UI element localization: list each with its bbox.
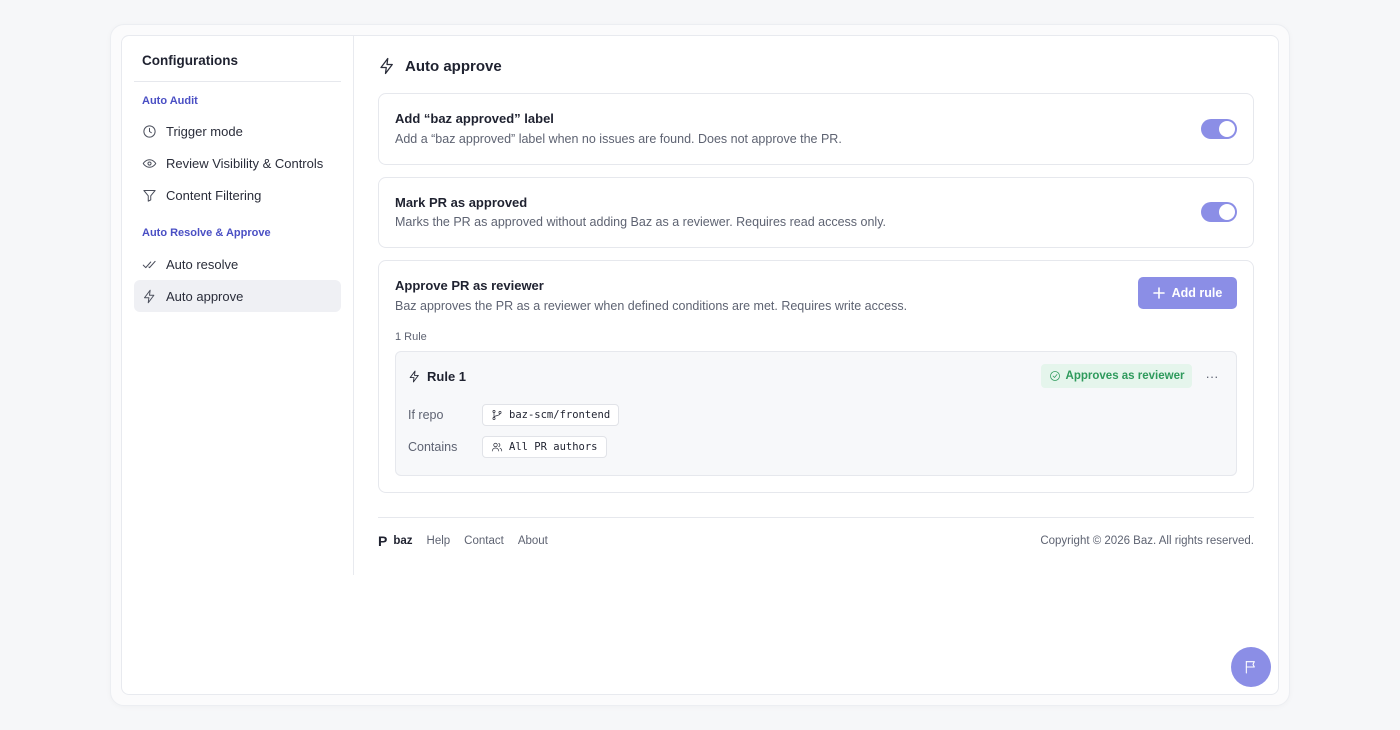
baz-logo[interactable]: P baz [378, 533, 413, 549]
page-header: Auto approve [378, 57, 502, 75]
users-icon [491, 442, 503, 452]
lightning-icon [380, 57, 393, 75]
toggle-knob [1219, 204, 1235, 220]
eye-icon [142, 158, 157, 168]
flag-icon [1245, 661, 1255, 674]
lightning-icon [409, 370, 419, 383]
baz-approved-label-card: Add “baz approved” label Add a “baz appr… [378, 93, 1254, 165]
filter-icon [143, 189, 156, 202]
status-badge: Approves as reviewer [1041, 364, 1192, 388]
double-check-icon [142, 260, 156, 268]
sidebar-item-label: Auto resolve [166, 256, 239, 272]
copyright: Copyright © 2026 Baz. All rights reserve… [1040, 535, 1254, 547]
footer: P baz Help Contact About Copyright © 202… [378, 532, 1254, 550]
sidebar-title: Configurations [142, 53, 238, 68]
rule-card: Rule 1 Approves as reviewer ··· If repo … [395, 351, 1237, 476]
sidebar-item-auto-resolve[interactable]: Auto resolve [134, 248, 341, 280]
authors-chip: All PR authors [482, 436, 607, 458]
card-description: Marks the PR as approved without adding … [395, 215, 886, 229]
rule-name: Rule 1 [427, 369, 467, 384]
card-description: Add a “baz approved” label when no issue… [395, 132, 842, 146]
add-rule-label: Add rule [1171, 286, 1223, 300]
logo-text: baz [393, 535, 413, 547]
sidebar-item-content-filtering[interactable]: Content Filtering [134, 179, 341, 211]
card-title: Approve PR as reviewer [395, 278, 544, 293]
mark-pr-approved-card: Mark PR as approved Marks the PR as appr… [378, 177, 1254, 248]
footer-link-help[interactable]: Help [427, 535, 451, 547]
add-rule-button[interactable]: Add rule [1138, 277, 1237, 309]
condition-label: If repo [408, 408, 444, 422]
status-badge-label: Approves as reviewer [1065, 370, 1185, 382]
sidebar-item-label: Trigger mode [166, 123, 243, 139]
sidebar-item-auto-approve[interactable]: Auto approve [134, 280, 341, 312]
mark-pr-approved-toggle[interactable] [1201, 202, 1237, 222]
sidebar-item-label: Auto approve [166, 288, 244, 304]
rule-count: 1 Rule [395, 331, 427, 343]
card-description: Baz approves the PR as a reviewer when d… [395, 299, 908, 313]
sidebar-item-trigger-mode[interactable]: Trigger mode [134, 115, 341, 147]
page-title: Auto approve [405, 57, 502, 75]
sidebar-divider [134, 81, 341, 82]
plus-icon [1152, 287, 1165, 299]
clock-icon [143, 124, 156, 138]
logo-mark: P [378, 533, 388, 549]
footer-link-contact[interactable]: Contact [464, 535, 504, 547]
condition-label: Contains [408, 440, 458, 454]
card-title: Mark PR as approved [395, 195, 528, 210]
chip-value: All PR authors [509, 441, 598, 453]
sidebar-item-label: Review Visibility & Controls [166, 155, 324, 171]
toggle-knob [1219, 121, 1235, 137]
lightning-icon [144, 289, 155, 303]
baz-approved-label-toggle[interactable] [1201, 119, 1237, 139]
sidebar-item-label: Content Filtering [166, 187, 262, 203]
feedback-button[interactable] [1231, 647, 1271, 687]
sidebar-section-auto-audit: Auto Audit [142, 95, 198, 107]
more-options-button[interactable]: ··· [1202, 366, 1222, 386]
check-circle-icon [1049, 371, 1060, 381]
approve-as-reviewer-card: Approve PR as reviewer Baz approves the … [378, 260, 1254, 493]
sidebar-section-auto-resolve: Auto Resolve & Approve [142, 227, 271, 239]
card-title: Add “baz approved” label [395, 111, 554, 126]
git-branch-icon [492, 410, 502, 420]
repo-chip: baz-scm/frontend [482, 404, 620, 426]
sidebar: Configurations Auto Audit Trigger mode R… [121, 35, 354, 575]
rule-header: Rule 1 [408, 369, 466, 384]
footer-divider [378, 517, 1254, 518]
chip-value: baz-scm/frontend [509, 409, 611, 421]
footer-link-about[interactable]: About [518, 535, 548, 547]
sidebar-item-review-visibility[interactable]: Review Visibility & Controls [134, 147, 341, 179]
